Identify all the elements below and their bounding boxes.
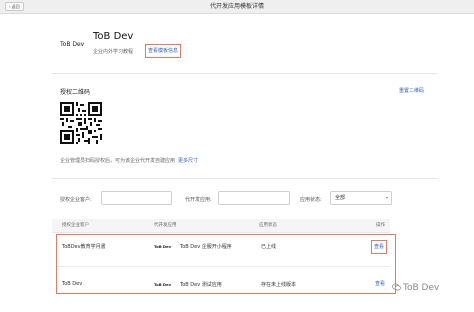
status-filter-value: 全部 [335, 195, 346, 201]
section-divider [52, 178, 438, 179]
app-name: ToB Dev [93, 31, 134, 42]
table-header: 授权企业客户 代开发应用 应用状态 操作 [52, 219, 390, 233]
header-customer: 授权企业客户 [62, 223, 89, 228]
watermark-text: ToB Dev [403, 283, 440, 293]
status-filter-label: 应用状态: [300, 197, 322, 203]
qr-hint-text: 企业管理员扫码授权后，可为该企业代开发自建应用 [60, 158, 176, 164]
header-action: 操作 [376, 223, 385, 228]
section-divider [52, 73, 438, 74]
page-title: 代开发应用模板详情 [209, 3, 264, 10]
app-filter-label: 代开发应用: [185, 197, 212, 203]
qr-hint: 企业管理员扫码授权后，可为该企业代开发自建应用 更多尺寸 [60, 157, 198, 164]
header-status: 应用状态 [259, 223, 277, 228]
table-highlight-box [56, 234, 396, 294]
qr-section-title: 授权二维码 [60, 89, 91, 96]
template-logo: ToB Dev [60, 41, 85, 48]
view-template-info-link[interactable]: 查看模板信息 [145, 44, 182, 58]
header-app: 代开发应用 [154, 223, 177, 228]
more-sizes-link[interactable]: 更多尺寸 [178, 158, 198, 164]
reset-qr-link[interactable]: 重置二维码 [399, 87, 424, 94]
customer-filter-input[interactable] [101, 191, 172, 205]
chevron-down-icon: ▾ [385, 195, 388, 200]
app-description: 企业内外学习教程 [93, 49, 134, 55]
top-bar: ‹返回 代开发应用模板详情 [0, 0, 474, 14]
customer-filter-label: 授权企业客户: [60, 197, 92, 203]
chat-bubble-icon [392, 283, 401, 291]
status-filter-select[interactable]: 全部 ▾ [330, 191, 392, 205]
app-filter-input[interactable] [218, 191, 290, 205]
qr-code [60, 102, 102, 144]
watermark: ToB Dev [392, 283, 439, 293]
